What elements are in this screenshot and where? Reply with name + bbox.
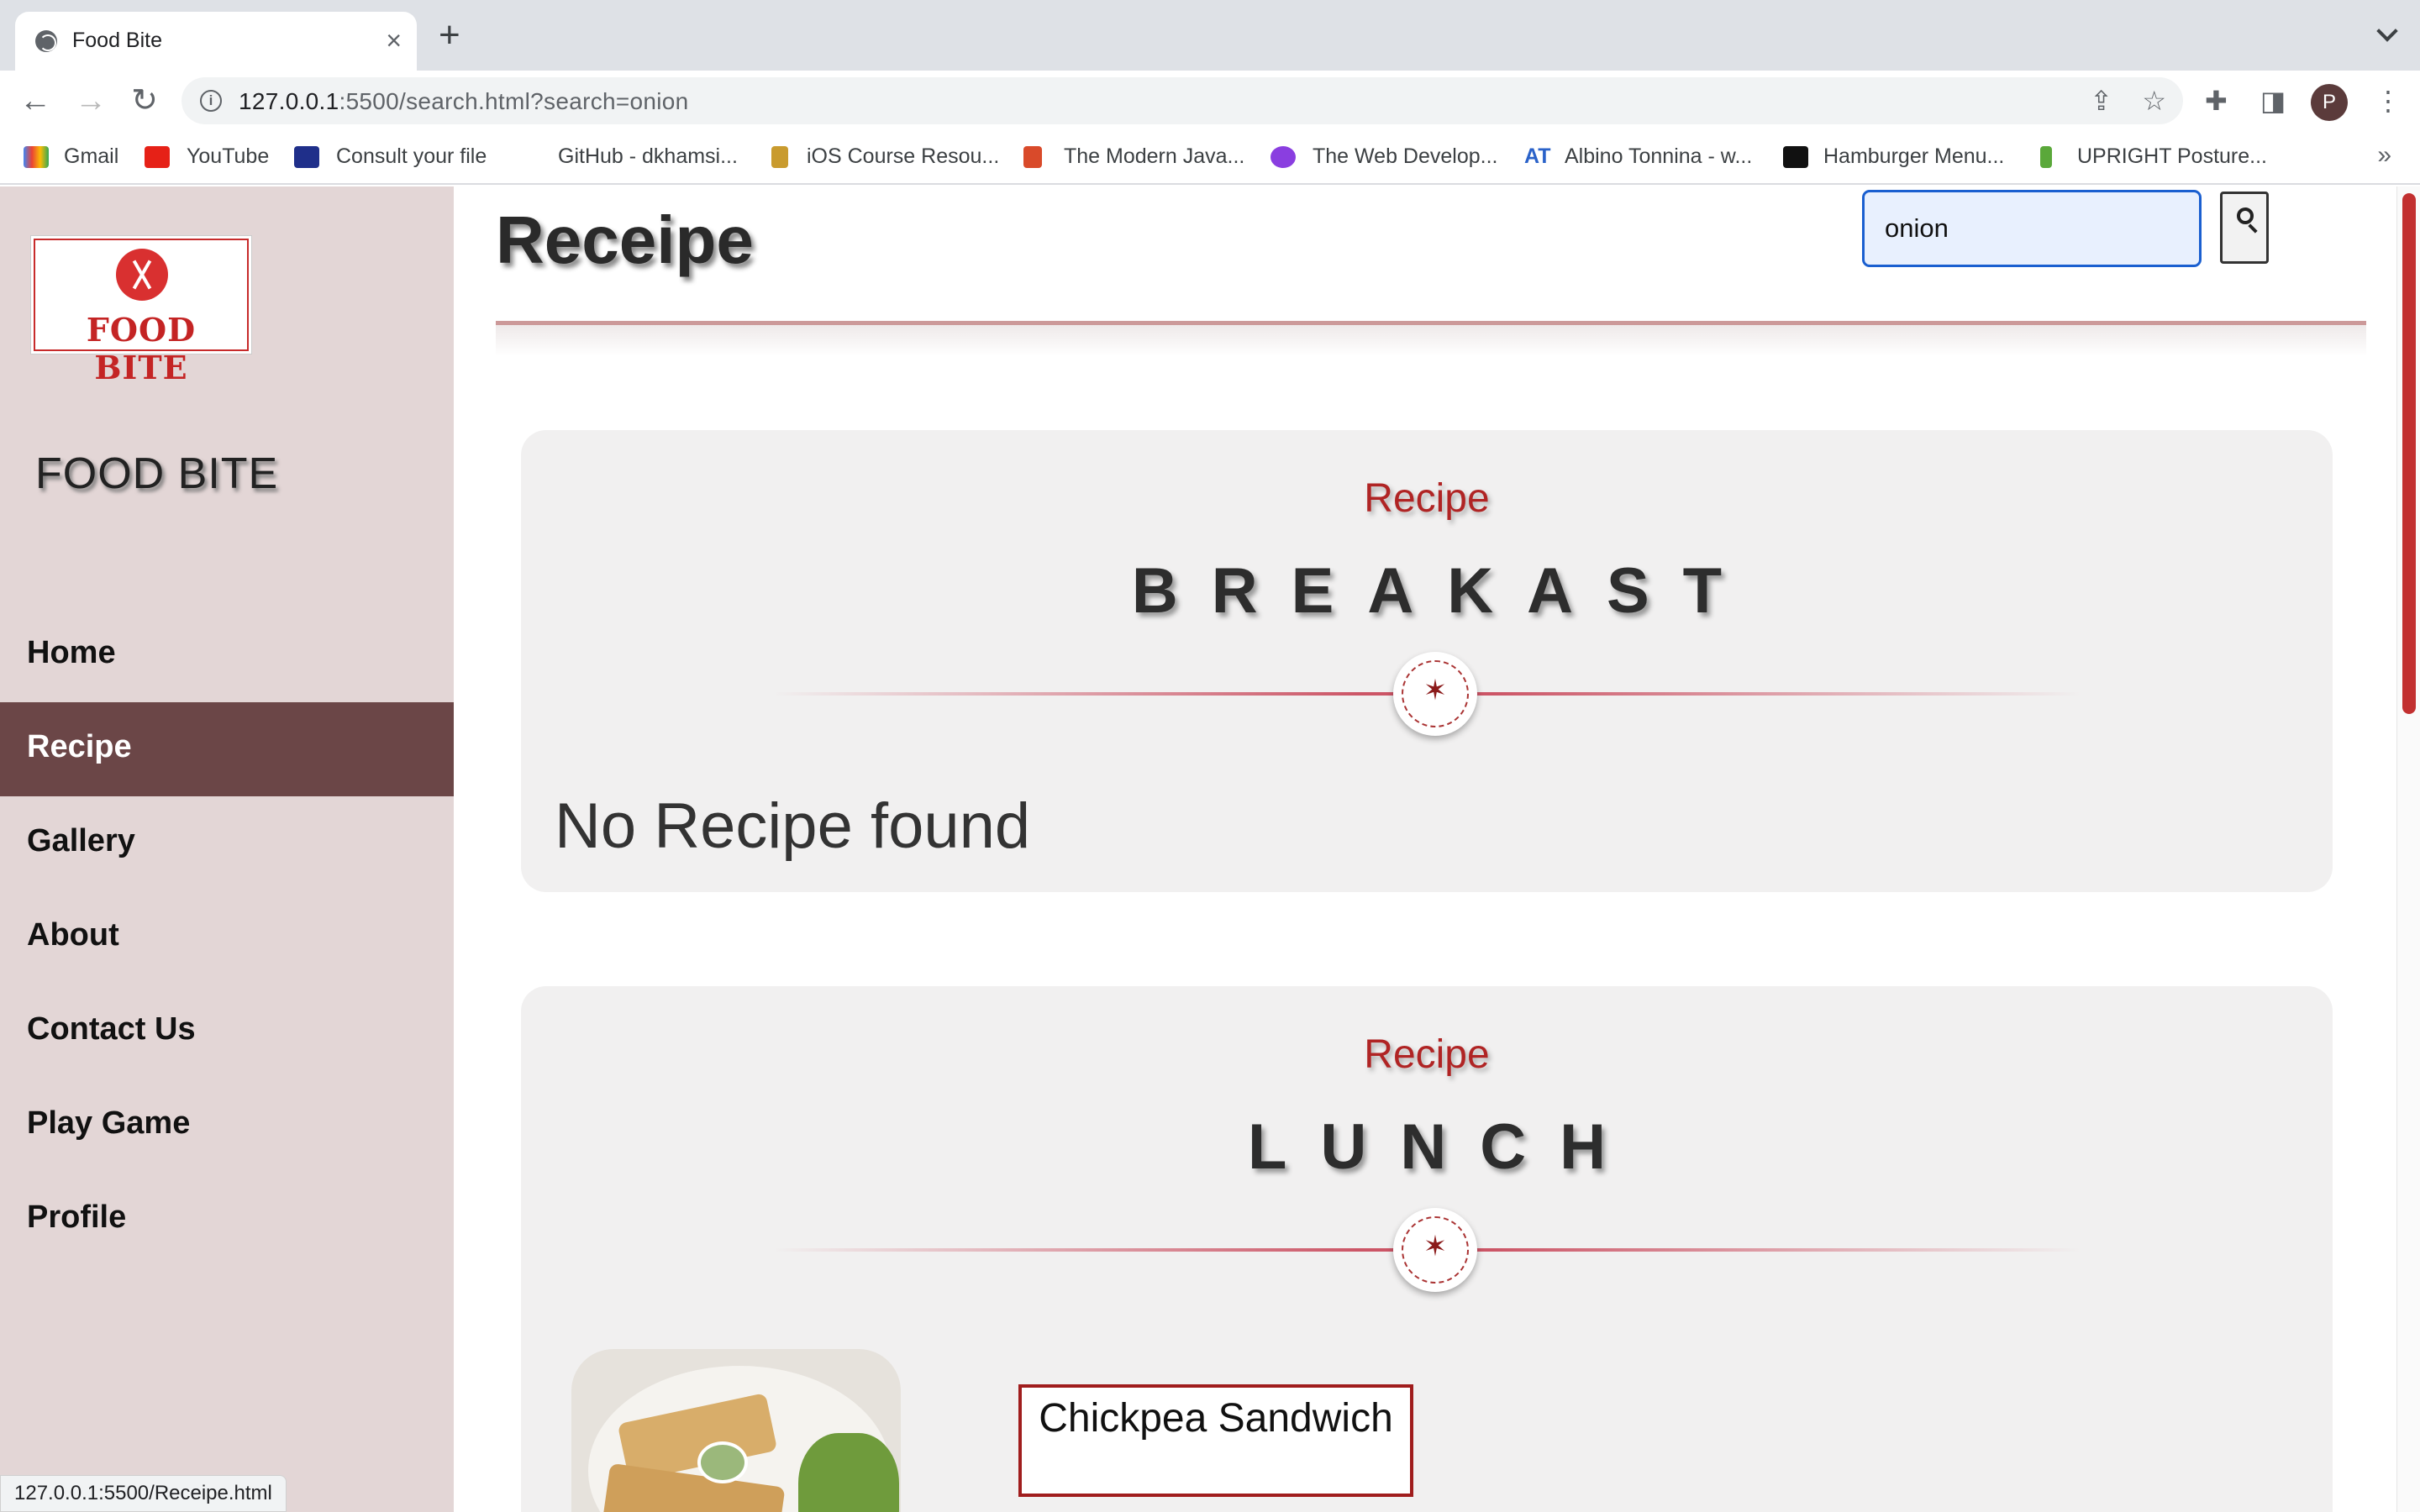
udemy-icon	[1270, 146, 1296, 168]
lunch-section: Recipe LUNCH ✶ Chickpea Sandwich	[521, 986, 2333, 1512]
sidebar-item-play-game[interactable]: Play Game	[0, 1079, 454, 1173]
fork-spoon-icon	[116, 249, 168, 301]
section-kicker: Recipe	[1364, 476, 1490, 521]
bookmark-item[interactable]: iOS Course Resou...	[807, 144, 999, 169]
breakfast-section: Recipe BREAKAST ✶ No Recipe found	[521, 430, 2333, 892]
star-icon[interactable]: ☆	[2142, 87, 2166, 114]
main-content: Receipe Recipe BREAKAST ✶ No Recipe foun…	[454, 186, 2396, 1512]
chevron-down-icon[interactable]	[2376, 20, 2398, 42]
section-heading: BREAKAST	[1131, 555, 1756, 627]
greens-shape	[798, 1433, 899, 1512]
address-bar[interactable]: i 127.0.0.1:5500/search.html?search=onio…	[182, 77, 2183, 124]
youtube-icon	[145, 146, 170, 168]
extensions-icon[interactable]: ✚	[2205, 84, 2228, 118]
no-recipe-message: No Recipe found	[555, 790, 1031, 862]
sidebar-item-recipe[interactable]: Recipe	[0, 702, 454, 796]
reload-icon[interactable]: ↻	[128, 85, 161, 119]
search-button[interactable]	[2220, 192, 2269, 264]
sidebar-item-home[interactable]: Home	[0, 608, 454, 702]
bookmark-item[interactable]: Gmail	[64, 144, 118, 169]
ios-course-icon	[771, 146, 788, 168]
tab-title: Food Bite	[72, 29, 163, 52]
sidebar-item-label: Play Game	[27, 1105, 191, 1141]
back-arrow-icon[interactable]: ←	[18, 85, 52, 119]
bookmark-item[interactable]: UPRIGHT Posture...	[2077, 144, 2267, 169]
sidebar-item-label: Gallery	[27, 823, 135, 858]
close-icon[interactable]: ×	[386, 24, 402, 57]
sidebar-item-profile[interactable]: Profile	[0, 1173, 454, 1267]
header-divider	[496, 321, 2366, 356]
globe-icon	[35, 30, 57, 52]
sidebar-item-label: Profile	[27, 1200, 127, 1235]
browser-tabstrip: Food Bite × +	[0, 0, 2420, 71]
page-title: Receipe	[496, 202, 754, 277]
logo[interactable]: FOOD BITE	[34, 239, 249, 386]
sidebar-item-contact-us[interactable]: Contact Us	[0, 984, 454, 1079]
browser-toolbar: ← → ↻ i 127.0.0.1:5500/search.html?searc…	[0, 71, 2420, 131]
sidebar-item-gallery[interactable]: Gallery	[0, 796, 454, 890]
sidebar-item-label: About	[27, 917, 119, 953]
avatar[interactable]: P	[2311, 84, 2348, 121]
medium-icon	[1783, 146, 1808, 168]
sidebar-item-about[interactable]: About	[0, 890, 454, 984]
side-panel-icon[interactable]: ◨	[2260, 84, 2286, 118]
star-medal-icon: ✶	[1393, 652, 1477, 736]
page-viewport: FOOD BITE FOOD BITE Home Recipe Gallery …	[0, 186, 2420, 1512]
section-kicker: Recipe	[1364, 1032, 1490, 1077]
search-icon	[2237, 207, 2254, 224]
share-icon[interactable]: ⇪	[2090, 87, 2112, 114]
modern-java-icon	[1023, 146, 1042, 168]
bookmark-item[interactable]: Albino Tonnina - w...	[1565, 144, 1752, 169]
sidebar-item-label: Recipe	[27, 729, 132, 764]
upright-icon	[2040, 146, 2052, 168]
star-medal-icon: ✶	[1393, 1208, 1477, 1292]
logo-text: FOOD BITE	[86, 311, 197, 386]
sidebar-item-label: Home	[27, 635, 116, 670]
bookmark-item[interactable]: GitHub - dkhamsi...	[558, 144, 738, 169]
albino-icon: AT	[1524, 144, 1551, 168]
sidebar-item-label: Contact Us	[27, 1011, 196, 1047]
sidebar: FOOD BITE FOOD BITE Home Recipe Gallery …	[0, 186, 454, 1512]
status-url: 127.0.0.1:5500/Receipe.html	[0, 1475, 287, 1512]
consult-icon	[294, 146, 319, 168]
new-tab-icon[interactable]: +	[439, 17, 460, 54]
recipe-name-card[interactable]: Chickpea Sandwich	[1018, 1384, 1413, 1497]
search-icon-handle	[2248, 223, 2258, 234]
scroll-thumb[interactable]	[2402, 193, 2416, 714]
url-text: 127.0.0.1:5500/search.html?search=onion	[239, 88, 689, 114]
scrollbar[interactable]	[2396, 186, 2420, 1512]
brand-name: FOOD BITE	[35, 449, 279, 498]
forward-arrow-icon[interactable]: →	[74, 85, 108, 119]
recipe-image[interactable]	[571, 1349, 901, 1512]
browser-tab[interactable]: Food Bite ×	[15, 12, 417, 71]
section-heading: LUNCH	[1248, 1111, 1639, 1183]
bookmark-item[interactable]: YouTube	[187, 144, 269, 169]
info-icon[interactable]: i	[200, 90, 222, 112]
bookmarks-bar: Gmail YouTube Consult your file GitHub -…	[0, 131, 2420, 185]
search-input[interactable]	[1862, 190, 2202, 267]
gmail-icon	[24, 146, 49, 168]
bookmark-item[interactable]: Consult your file	[336, 144, 487, 169]
bookmark-item[interactable]: The Modern Java...	[1064, 144, 1244, 169]
bookmark-item[interactable]: The Web Develop...	[1313, 144, 1497, 169]
bowl-shape	[697, 1441, 748, 1483]
more-bookmarks-icon[interactable]: »	[2377, 141, 2391, 170]
bookmark-item[interactable]: Hamburger Menu...	[1823, 144, 2004, 169]
kebab-menu-icon[interactable]: ⋮	[2375, 84, 2402, 118]
